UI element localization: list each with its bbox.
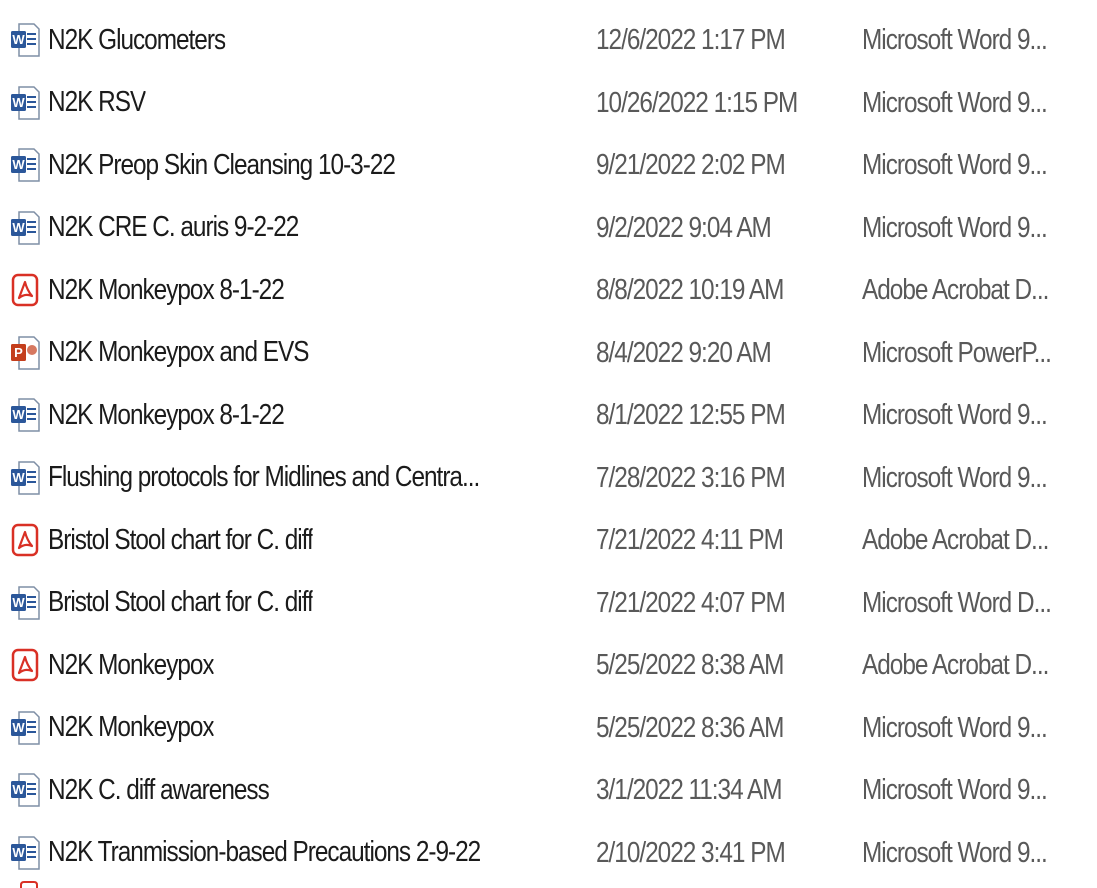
file-name-cell: W N2K C. diff awareness — [10, 767, 580, 813]
file-name-cell: W Bristol Stool chart for C. diff — [10, 580, 580, 626]
file-type: Adobe Acrobat D... — [862, 649, 1049, 681]
word-doc-icon: W — [10, 710, 48, 746]
date-modified: 3/1/2022 11:34 AM — [596, 774, 783, 806]
date-modified: 5/25/2022 8:38 AM — [596, 649, 784, 681]
file-name: Bristol Stool chart for C. diff — [48, 523, 313, 556]
file-row[interactable]: W N2K Tranmission-based Precautions 2-9-2… — [0, 822, 1097, 884]
file-row[interactable]: W N2K Monkeypox 8-1-22 8/1/2022 12:55 PM Mi… — [0, 384, 1097, 446]
date-modified: 8/8/2022 10:19 AM — [596, 274, 784, 306]
file-name-cell: W Flushing protocols for Midlines and Cen… — [10, 455, 580, 501]
svg-text:W: W — [12, 407, 25, 422]
svg-text:W: W — [12, 32, 25, 47]
file-type: Microsoft Word 9... — [862, 86, 1048, 119]
partial-pdf-icon — [18, 878, 40, 888]
word-doc-icon: W — [10, 835, 48, 871]
date-modified: 9/2/2022 9:04 AM — [596, 211, 772, 244]
powerpoint-icon: P — [10, 335, 48, 371]
date-modified: 12/6/2022 1:17 PM — [596, 24, 786, 56]
file-name: Bristol Stool chart for C. diff — [48, 586, 313, 618]
pdf-icon — [10, 522, 48, 558]
file-name: N2K Tranmission-based Precautions 2-9-22 — [48, 836, 481, 868]
file-name-cell: P N2K Monkeypox and EVS — [10, 330, 580, 376]
word-doc-icon: W — [10, 772, 48, 808]
svg-text:W: W — [12, 470, 25, 485]
word-doc-icon: W — [10, 210, 48, 246]
file-name: Flushing protocols for Midlines and Cent… — [48, 461, 480, 493]
file-name-cell: W N2K Glucometers — [10, 17, 580, 63]
word-doc-icon: W — [10, 147, 48, 183]
svg-text:W: W — [12, 845, 25, 860]
date-modified: 7/21/2022 4:07 PM — [596, 586, 786, 619]
file-row[interactable]: W Flushing protocols for Midlines and Cen… — [0, 447, 1097, 509]
file-name-cell: W N2K Tranmission-based Precautions 2-9-2… — [10, 830, 580, 876]
svg-text:W: W — [12, 782, 25, 797]
file-name: N2K RSV — [48, 86, 146, 118]
date-modified: 7/21/2022 4:11 PM — [596, 524, 784, 556]
file-name: N2K Preop Skin Cleansing 10-3-22 — [48, 148, 395, 181]
file-type: Microsoft Word 9... — [862, 711, 1048, 744]
date-modified: 9/21/2022 2:02 PM — [596, 149, 786, 181]
file-name: N2K Monkeypox — [48, 648, 214, 681]
file-type: Microsoft Word D... — [862, 586, 1052, 619]
pdf-icon — [10, 272, 48, 308]
file-name: N2K C. diff awareness — [48, 773, 269, 806]
svg-text:W: W — [12, 220, 25, 235]
file-name-cell: W N2K Preop Skin Cleansing 10-3-22 — [10, 142, 580, 188]
file-type: Adobe Acrobat D... — [862, 524, 1049, 556]
date-modified: 8/1/2022 12:55 PM — [596, 399, 786, 431]
file-row[interactable]: P N2K Monkeypox and EVS 8/4/2022 9:20 AM Mi… — [0, 322, 1097, 384]
file-name-cell: N2K Monkeypox 8-1-22 — [10, 267, 580, 313]
file-name: N2K Glucometers — [48, 23, 226, 56]
file-name: N2K Monkeypox — [48, 711, 214, 743]
date-modified: 2/10/2022 3:41 PM — [596, 836, 786, 869]
file-type: Microsoft PowerP... — [862, 336, 1052, 369]
file-name-cell: W N2K Monkeypox — [10, 705, 580, 751]
date-modified: 7/28/2022 3:16 PM — [596, 461, 786, 494]
date-modified: 8/4/2022 9:20 AM — [596, 336, 772, 369]
file-name-cell: Bristol Stool chart for C. diff — [10, 517, 580, 563]
svg-text:W: W — [12, 595, 25, 610]
date-modified: 5/25/2022 8:36 AM — [596, 711, 784, 744]
file-row[interactable]: W N2K CRE C. auris 9-2-22 9/2/2022 9:04 AM… — [0, 197, 1097, 259]
file-name: N2K CRE C. auris 9-2-22 — [48, 211, 299, 243]
file-row[interactable]: N2K Monkeypox 5/25/2022 8:38 AM Adobe Acro… — [0, 634, 1097, 696]
file-list: W N2K Glucometers 12/6/2022 1:17 PM Microso… — [0, 0, 1097, 888]
word-doc-icon: W — [10, 460, 48, 496]
file-type: Microsoft Word 9... — [862, 461, 1048, 494]
file-name-cell: N2K Monkeypox — [10, 642, 580, 688]
file-type: Microsoft Word 9... — [862, 149, 1048, 181]
pdf-icon — [10, 647, 48, 683]
file-row[interactable]: W Bristol Stool chart for C. diff 7/21/202… — [0, 572, 1097, 634]
file-type: Microsoft Word 9... — [862, 211, 1048, 244]
date-modified: 10/26/2022 1:15 PM — [596, 86, 798, 119]
file-type: Microsoft Word 9... — [862, 774, 1048, 806]
svg-text:P: P — [14, 345, 23, 360]
word-doc-icon: W — [10, 397, 48, 433]
svg-text:W: W — [12, 157, 25, 172]
file-row[interactable]: W N2K Monkeypox 5/25/2022 8:36 AM Microsoft… — [0, 697, 1097, 759]
file-row[interactable]: W N2K Preop Skin Cleansing 10-3-22 9/21/20… — [0, 134, 1097, 196]
file-row[interactable]: W N2K C. diff awareness 3/1/2022 11:34 AM M… — [0, 759, 1097, 821]
file-name-cell: W N2K RSV — [10, 80, 580, 126]
file-name-cell: W N2K Monkeypox 8-1-22 — [10, 392, 580, 438]
file-row[interactable]: W N2K Glucometers 12/6/2022 1:17 PM Microso… — [0, 9, 1097, 71]
svg-text:W: W — [12, 95, 25, 110]
svg-text:W: W — [12, 720, 25, 735]
file-name: N2K Monkeypox 8-1-22 — [48, 273, 284, 306]
file-row[interactable]: Bristol Stool chart for C. diff 7/21/2022… — [0, 509, 1097, 571]
file-name: N2K Monkeypox 8-1-22 — [48, 398, 284, 431]
file-row[interactable]: N2K Monkeypox 8-1-22 8/8/2022 10:19 AM Ado… — [0, 259, 1097, 321]
file-type: Microsoft Word 9... — [862, 24, 1048, 56]
word-doc-icon: W — [10, 22, 48, 58]
word-doc-icon: W — [10, 585, 48, 621]
file-name: N2K Monkeypox and EVS — [48, 336, 309, 368]
file-row[interactable]: W N2K RSV 10/26/2022 1:15 PM Microsoft Word… — [0, 72, 1097, 134]
word-doc-icon: W — [10, 85, 48, 121]
file-name-cell: W N2K CRE C. auris 9-2-22 — [10, 205, 580, 251]
file-type: Microsoft Word 9... — [862, 836, 1048, 869]
file-type: Adobe Acrobat D... — [862, 274, 1049, 306]
file-type: Microsoft Word 9... — [862, 399, 1048, 431]
